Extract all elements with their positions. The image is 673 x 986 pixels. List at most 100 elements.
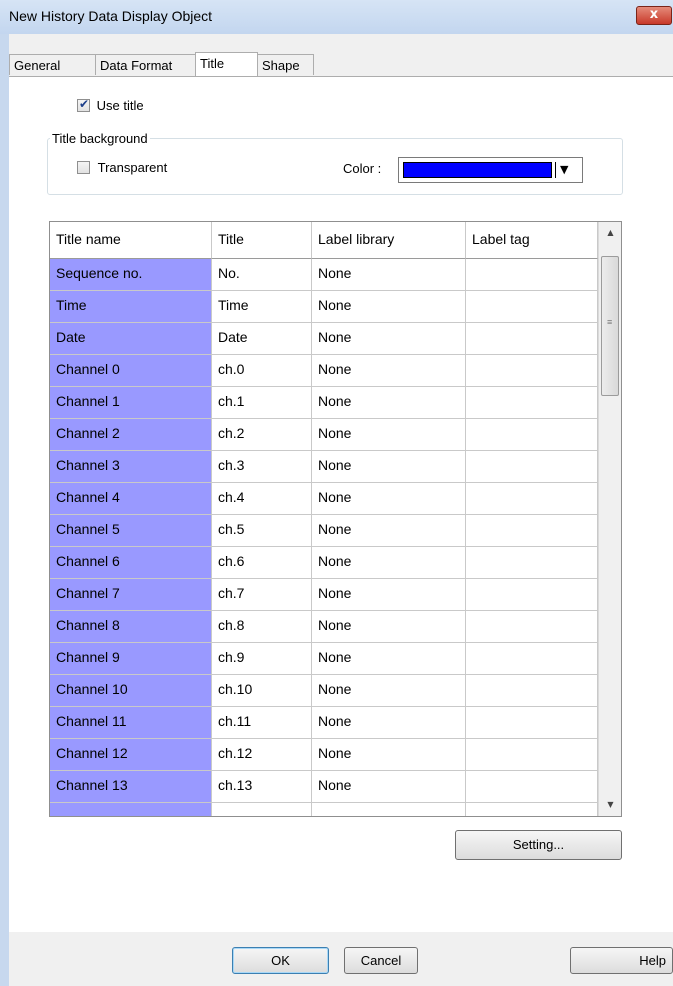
cell-label-tag[interactable] <box>466 707 598 739</box>
cell-label-tag[interactable] <box>466 259 598 291</box>
cell-title[interactable]: Time <box>212 291 312 323</box>
cell-title[interactable]: ch.7 <box>212 579 312 611</box>
cell-label-library[interactable]: None <box>312 387 466 419</box>
tab-general-label: General <box>14 58 61 73</box>
cell-title-name[interactable]: Channel 9 <box>50 643 212 675</box>
cell-label-library[interactable]: None <box>312 707 466 739</box>
cell-title-name[interactable]: Channel 11 <box>50 707 212 739</box>
cell-title-name[interactable]: Sequence no. <box>50 259 212 291</box>
dropdown-arrow-icon: ▼ <box>560 163 569 176</box>
cell-title[interactable]: ch.4 <box>212 483 312 515</box>
cell-label-tag[interactable] <box>466 355 598 387</box>
cell-title[interactable]: ch.0 <box>212 355 312 387</box>
cell-title[interactable]: ch.11 <box>212 707 312 739</box>
cell-title-name[interactable]: Channel 1 <box>50 387 212 419</box>
tab-data-format[interactable]: Data Format <box>95 54 196 75</box>
table-scrollbar[interactable]: ▲ ≡ ▼ <box>598 222 621 816</box>
use-title-row[interactable]: ✔ Use title <box>77 97 144 113</box>
transparent-checkbox[interactable] <box>77 161 90 175</box>
checkmark-icon: ✔ <box>79 97 90 112</box>
cell-label-tag[interactable] <box>466 803 598 816</box>
setting-button[interactable]: Setting... <box>455 830 622 860</box>
cell-label-library[interactable]: None <box>312 675 466 707</box>
cell-label-library[interactable]: None <box>312 451 466 483</box>
cell-title[interactable]: ch.8 <box>212 611 312 643</box>
window-title: New History Data Display Object <box>9 8 213 24</box>
cell-title-name[interactable] <box>50 803 212 816</box>
close-button[interactable]: x <box>636 6 672 25</box>
cell-label-library[interactable]: None <box>312 547 466 579</box>
cell-label-library[interactable]: None <box>312 291 466 323</box>
cell-label-tag[interactable] <box>466 675 598 707</box>
cell-label-tag[interactable] <box>466 579 598 611</box>
cell-label-tag[interactable] <box>466 771 598 803</box>
cell-title-name[interactable]: Time <box>50 291 212 323</box>
header-title-name[interactable]: Title name <box>50 222 212 259</box>
cell-title[interactable]: ch.6 <box>212 547 312 579</box>
cell-label-library[interactable]: None <box>312 515 466 547</box>
cell-label-library[interactable]: None <box>312 643 466 675</box>
scroll-up-icon[interactable]: ▲ <box>599 222 621 244</box>
cell-label-tag[interactable] <box>466 323 598 355</box>
cell-title[interactable]: ch.12 <box>212 739 312 771</box>
cell-title-name[interactable]: Channel 8 <box>50 611 212 643</box>
cell-title[interactable]: ch.13 <box>212 771 312 803</box>
help-button[interactable]: Help <box>570 947 673 974</box>
cell-title-name[interactable]: Channel 5 <box>50 515 212 547</box>
cell-title-name[interactable]: Channel 4 <box>50 483 212 515</box>
cell-label-library[interactable] <box>312 803 466 816</box>
cell-title-name[interactable]: Channel 3 <box>50 451 212 483</box>
cell-title[interactable]: Date <box>212 323 312 355</box>
cell-title[interactable]: ch.1 <box>212 387 312 419</box>
use-title-checkbox[interactable]: ✔ <box>77 97 90 113</box>
header-label-library[interactable]: Label library <box>312 222 466 259</box>
cell-title[interactable]: ch.5 <box>212 515 312 547</box>
cell-label-library[interactable]: None <box>312 323 466 355</box>
cell-title[interactable]: ch.9 <box>212 643 312 675</box>
cell-label-library[interactable]: None <box>312 771 466 803</box>
cell-label-library[interactable]: None <box>312 739 466 771</box>
cell-label-tag[interactable] <box>466 483 598 515</box>
transparent-row[interactable]: Transparent <box>77 159 167 175</box>
ok-button[interactable]: OK <box>232 947 329 974</box>
cell-title-name[interactable]: Channel 6 <box>50 547 212 579</box>
header-label-tag[interactable]: Label tag <box>466 222 598 259</box>
cell-label-library[interactable]: None <box>312 579 466 611</box>
cell-title-name[interactable]: Channel 13 <box>50 771 212 803</box>
cell-label-tag[interactable] <box>466 739 598 771</box>
cell-title-name[interactable]: Channel 12 <box>50 739 212 771</box>
scroll-thumb[interactable]: ≡ <box>601 256 619 396</box>
cell-label-tag[interactable] <box>466 611 598 643</box>
cell-label-tag[interactable] <box>466 291 598 323</box>
cell-title[interactable]: No. <box>212 259 312 291</box>
cell-label-tag[interactable] <box>466 419 598 451</box>
cell-title[interactable] <box>212 803 312 816</box>
cell-title-name[interactable]: Channel 2 <box>50 419 212 451</box>
cell-title-name[interactable]: Date <box>50 323 212 355</box>
cell-label-library[interactable]: None <box>312 483 466 515</box>
grip-icon: ≡ <box>607 317 613 327</box>
cell-label-tag[interactable] <box>466 547 598 579</box>
header-title[interactable]: Title <box>212 222 312 259</box>
scroll-down-icon[interactable]: ▼ <box>599 794 621 816</box>
cell-label-tag[interactable] <box>466 451 598 483</box>
cell-label-library[interactable]: None <box>312 259 466 291</box>
tab-title[interactable]: Title <box>195 52 258 76</box>
cell-label-library[interactable]: None <box>312 611 466 643</box>
cell-label-tag[interactable] <box>466 643 598 675</box>
tab-general[interactable]: General <box>9 54 96 75</box>
cell-label-library[interactable]: None <box>312 419 466 451</box>
dialog-body: General Data Format Title Shape ✔ Use ti… <box>9 34 673 986</box>
cell-label-tag[interactable] <box>466 515 598 547</box>
cancel-button[interactable]: Cancel <box>344 947 418 974</box>
cell-title[interactable]: ch.2 <box>212 419 312 451</box>
cell-title[interactable]: ch.3 <box>212 451 312 483</box>
cell-title-name[interactable]: Channel 0 <box>50 355 212 387</box>
cell-title-name[interactable]: Channel 10 <box>50 675 212 707</box>
color-picker[interactable]: ▼ <box>398 157 583 183</box>
cell-title-name[interactable]: Channel 7 <box>50 579 212 611</box>
tab-shape[interactable]: Shape <box>257 54 314 75</box>
cell-title[interactable]: ch.10 <box>212 675 312 707</box>
cell-label-tag[interactable] <box>466 387 598 419</box>
cell-label-library[interactable]: None <box>312 355 466 387</box>
